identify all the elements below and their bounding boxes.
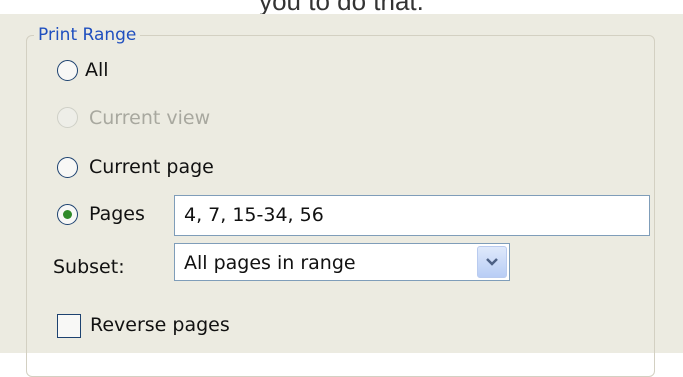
pages-input[interactable]: 4, 7, 15-34, 56 [174,195,650,236]
radio-pages-label[interactable]: Pages [89,202,145,226]
subset-select[interactable]: All pages in range [174,243,510,281]
radio-pages[interactable] [57,204,78,225]
radio-current-view-label: Current view [89,107,211,129]
radio-current-page[interactable] [57,157,78,178]
reverse-pages-checkbox[interactable] [57,314,81,338]
radio-all[interactable] [57,60,78,81]
reverse-pages-label[interactable]: Reverse pages [90,313,230,337]
dropdown-button[interactable] [477,246,507,278]
subset-label: Subset: [53,256,125,278]
radio-all-label[interactable]: All [85,58,109,82]
radio-current-view [57,107,78,128]
print-range-title: Print Range [34,24,141,46]
print-range-panel: Print Range All Current view Current pag… [0,14,683,377]
subset-selected-value: All pages in range [184,252,356,274]
chevron-down-icon [486,258,498,266]
radio-selected-dot [63,210,72,219]
radio-current-page-label[interactable]: Current page [89,155,214,179]
